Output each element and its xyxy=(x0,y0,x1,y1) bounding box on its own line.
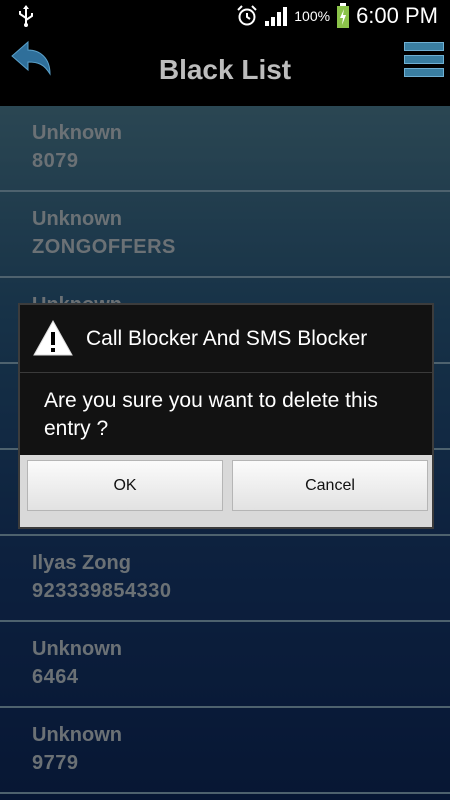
battery-charging-icon xyxy=(337,3,350,28)
warning-icon xyxy=(33,319,73,356)
dialog-title: Call Blocker And SMS Blocker xyxy=(86,327,368,350)
cancel-button[interactable]: Cancel xyxy=(232,460,428,511)
signal-icon xyxy=(265,7,288,26)
page-title: Black List xyxy=(158,54,292,85)
confirm-delete-dialog: Call Blocker And SMS Blocker Are you sur… xyxy=(18,303,434,529)
clock: 6:00 PM xyxy=(356,3,438,28)
dialog-message: Are you sure you want to delete this ent… xyxy=(44,389,378,440)
usb-icon xyxy=(19,5,33,27)
dialog-button-bar: OK Cancel xyxy=(20,455,432,527)
dialog-header: Call Blocker And SMS Blocker xyxy=(20,305,432,373)
app-header: Black List xyxy=(0,32,450,106)
menu-icon[interactable] xyxy=(404,42,444,82)
ok-button[interactable]: OK xyxy=(27,460,223,511)
status-bar: 100% 6:00 PM xyxy=(0,0,450,32)
battery-percent: 100% xyxy=(294,8,331,24)
alarm-icon xyxy=(237,5,257,26)
